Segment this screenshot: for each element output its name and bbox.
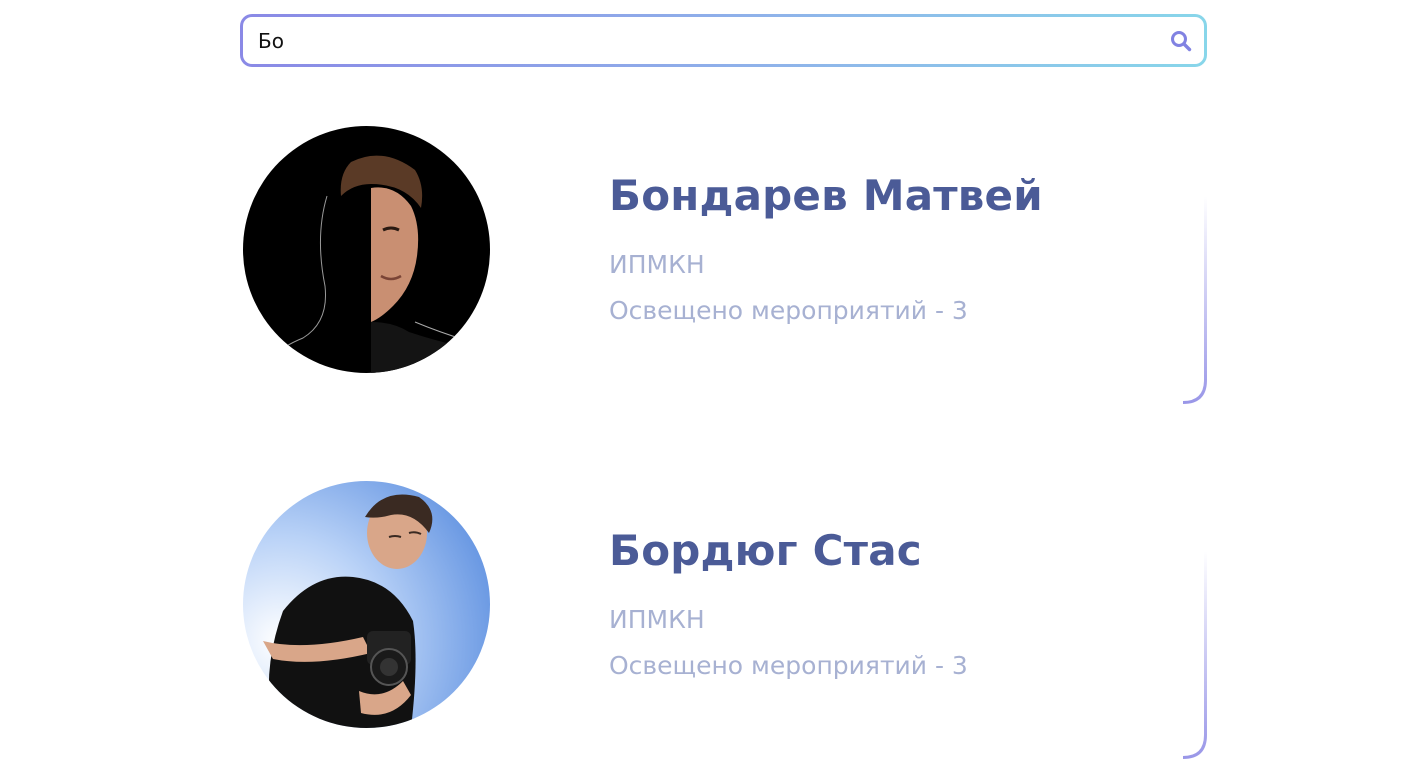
card-events-count: Освещено мероприятий - 3 — [609, 651, 968, 680]
card-department: ИПМКН — [609, 250, 705, 279]
search-icon[interactable] — [1169, 29, 1193, 53]
photographers-search-page: Бондарев Матвей ИПМКН Освещено мероприят… — [0, 0, 1415, 763]
search-bar — [240, 14, 1207, 67]
card-border-decoration — [947, 551, 1207, 759]
search-field-container — [243, 17, 1204, 64]
card-department: ИПМКН — [609, 605, 705, 634]
search-input[interactable] — [258, 28, 1158, 53]
card-border-decoration — [947, 196, 1207, 404]
card-events-count: Освещено мероприятий - 3 — [609, 296, 968, 325]
card-name: Бордюг Стас — [609, 526, 922, 575]
photographer-card[interactable]: Бордюг Стас ИПМКН Освещено мероприятий -… — [240, 481, 1207, 761]
photographer-card[interactable]: Бондарев Матвей ИПМКН Освещено мероприят… — [240, 126, 1207, 406]
avatar — [243, 481, 490, 728]
avatar — [243, 126, 490, 373]
card-name: Бондарев Матвей — [609, 171, 1043, 220]
